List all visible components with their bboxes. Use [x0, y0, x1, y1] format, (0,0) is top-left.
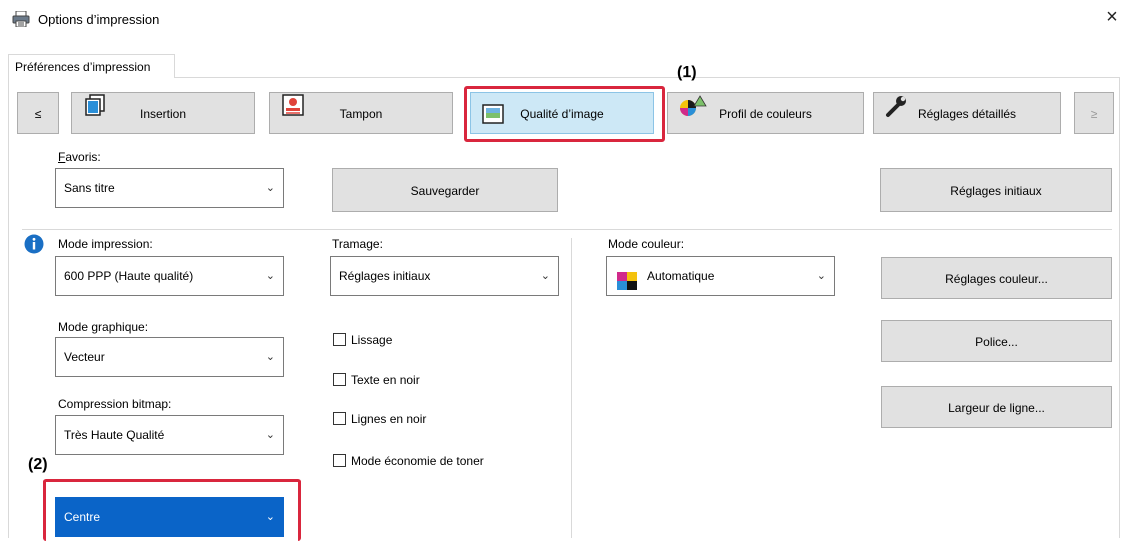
- annotation-1: (1): [677, 64, 697, 81]
- lissage-checkbox[interactable]: [333, 333, 346, 346]
- compression-label: Compression bitmap:: [58, 397, 172, 411]
- window-title: Options d’impression: [38, 12, 160, 27]
- texte-noir-checkbox[interactable]: [333, 373, 346, 386]
- highlight-box-1: [464, 86, 665, 142]
- color-profile-icon: [678, 93, 707, 116]
- annotation-2: (2): [28, 456, 48, 473]
- mode-graphique-label: Mode graphique:: [58, 320, 149, 334]
- lignes-noir-checkbox[interactable]: [333, 412, 346, 425]
- mode-impression-select[interactable]: 600 PPP (Haute qualité) ⌄: [55, 256, 284, 296]
- printer-icon: [12, 10, 30, 28]
- mode-graphique-value: Vecteur: [64, 350, 105, 364]
- favoris-value: Sans titre: [64, 181, 115, 195]
- color-settings-button[interactable]: Réglages couleur...: [881, 257, 1112, 299]
- wrench-icon: [884, 93, 908, 117]
- chevron-down-icon: ⌄: [265, 429, 275, 441]
- group-divider-top: [22, 229, 1112, 230]
- info-icon: [24, 234, 44, 254]
- tramage-label: Tramage:: [332, 237, 383, 251]
- nav-next-label: ≥: [1090, 107, 1098, 121]
- economie-toner-checkbox[interactable]: [333, 454, 346, 467]
- chevron-down-icon: ⌄: [265, 182, 275, 194]
- font-button-label: Police...: [975, 335, 1018, 349]
- tab-insertion[interactable]: Insertion: [71, 92, 255, 134]
- line-width-button[interactable]: Largeur de ligne...: [881, 386, 1112, 428]
- group-divider-vertical: [571, 238, 572, 538]
- favoris-label: Favoris:: [58, 150, 101, 164]
- color-mode-icon: [617, 267, 637, 290]
- highlight-box-2: [43, 479, 301, 541]
- lissage-label: Lissage: [351, 333, 393, 347]
- mode-couleur-label: Mode couleur:: [608, 237, 685, 251]
- stamp-icon: [280, 93, 304, 116]
- mode-impression-label: Mode impression:: [58, 237, 153, 251]
- tab-insertion-label: Insertion: [139, 107, 187, 121]
- save-button-label: Sauvegarder: [410, 184, 480, 198]
- documents-stack-icon: [82, 93, 106, 116]
- chevron-down-icon: ⌄: [816, 270, 826, 282]
- save-button[interactable]: Sauvegarder: [332, 168, 558, 212]
- tab-content-panel: [8, 78, 1120, 538]
- economie-toner-label: Mode économie de toner: [351, 454, 484, 468]
- tab-reglages-detailles[interactable]: Réglages détaillés: [873, 92, 1061, 134]
- initial-settings-label: Réglages initiaux: [950, 184, 1042, 198]
- font-button[interactable]: Police...: [881, 320, 1112, 362]
- mode-couleur-value: Automatique: [647, 269, 715, 283]
- lignes-noir-label: Lignes en noir: [351, 412, 427, 426]
- nav-prev-button[interactable]: ≤: [17, 92, 59, 134]
- initial-settings-button[interactable]: Réglages initiaux: [880, 168, 1112, 212]
- compression-value: Très Haute Qualité: [64, 428, 165, 442]
- tab-tampon[interactable]: Tampon: [269, 92, 453, 134]
- line-width-label: Largeur de ligne...: [948, 401, 1045, 415]
- compression-select[interactable]: Très Haute Qualité ⌄: [55, 415, 284, 455]
- chevron-down-icon: ⌄: [265, 351, 275, 363]
- color-settings-label: Réglages couleur...: [945, 272, 1048, 286]
- tab-profil-couleurs[interactable]: Profil de couleurs: [667, 92, 864, 134]
- tab-preferences[interactable]: Préférences d’impression: [8, 54, 175, 78]
- favoris-select[interactable]: Sans titre ⌄: [55, 168, 284, 208]
- tab-profil-couleurs-label: Profil de couleurs: [719, 107, 812, 121]
- tramage-select[interactable]: Réglages initiaux ⌄: [330, 256, 559, 296]
- mode-impression-value: 600 PPP (Haute qualité): [64, 269, 194, 283]
- tab-tampon-label: Tampon: [339, 107, 383, 121]
- title-bar: [0, 0, 1126, 40]
- chevron-down-icon: ⌄: [540, 270, 550, 282]
- mode-couleur-select[interactable]: Automatique ⌄: [606, 256, 835, 296]
- nav-next-button[interactable]: ≥: [1074, 92, 1114, 134]
- tramage-value: Réglages initiaux: [339, 269, 431, 283]
- nav-prev-label: ≤: [34, 107, 42, 121]
- tab-reglages-detailles-label: Réglages détaillés: [917, 107, 1017, 121]
- mode-graphique-select[interactable]: Vecteur ⌄: [55, 337, 284, 377]
- close-button[interactable]: ×: [1100, 6, 1124, 29]
- chevron-down-icon: ⌄: [265, 270, 275, 282]
- texte-noir-label: Texte en noir: [351, 373, 420, 387]
